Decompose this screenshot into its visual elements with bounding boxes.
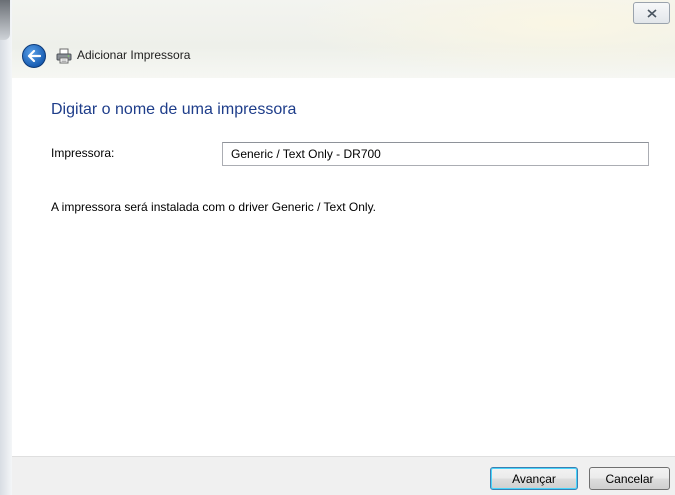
back-button[interactable]: [22, 44, 46, 68]
printer-icon: [56, 48, 72, 64]
back-arrow-icon: [27, 50, 41, 62]
background-window-fragment: [0, 0, 10, 40]
close-button[interactable]: [633, 2, 670, 24]
next-button[interactable]: Avançar: [490, 467, 578, 490]
printer-name-input[interactable]: [222, 142, 649, 166]
cancel-button[interactable]: Cancelar: [589, 467, 670, 490]
printer-name-label: Impressora:: [51, 146, 115, 160]
window-title: Adicionar Impressora: [77, 48, 191, 62]
title-bar: [12, 0, 675, 78]
driver-info-text: A impressora será instalada com o driver…: [51, 200, 377, 214]
background-window-edge: [0, 0, 12, 495]
close-icon: [646, 8, 657, 18]
page-title: Digitar o nome de uma impressora: [51, 101, 297, 118]
wizard-content: [12, 78, 675, 456]
title-bar-glow: [295, 0, 675, 78]
